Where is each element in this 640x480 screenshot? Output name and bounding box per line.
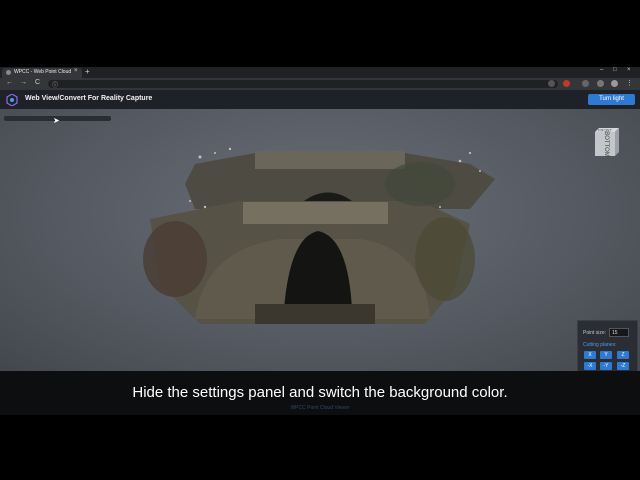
cutting-plane-neg-x-button[interactable]: -X [584,362,596,370]
browser-tab-title: WPCC - Web Point Cloud Conv [14,69,72,75]
new-tab-icon[interactable]: + [85,67,90,76]
app-title: Web View/Convert For Reality Capture [25,95,153,102]
view-cube[interactable]: FRONT BOTTOM [593,126,621,158]
app-logo-icon [6,94,18,106]
cutting-plane-neg-y-button[interactable]: -Y [600,362,612,370]
site-info-icon[interactable]: ⓘ [52,80,58,89]
address-bar[interactable] [48,80,558,88]
video-subtitle: Hide the settings panel and switch the b… [132,384,508,401]
turn-light-button[interactable]: Turn light [588,94,635,105]
reload-icon[interactable]: C [35,79,40,86]
window-close-icon[interactable]: × [627,67,631,73]
sidebar-icon[interactable] [597,80,604,87]
point-cloud-model [143,147,495,324]
mouse-cursor-icon: ➤ [53,116,60,125]
point-cloud-viewport[interactable] [0,109,640,371]
cutting-planes-label: Cutting planes: [583,342,617,348]
back-icon[interactable]: ← [6,79,13,86]
extension-icon[interactable] [548,80,555,87]
point-size-input[interactable]: 15 [609,328,629,337]
screen: WPCC - Web Point Cloud Conv × + – □ × ← … [0,0,640,480]
viewcube-face-label: BOTTOM [603,131,609,157]
profile-avatar[interactable] [611,80,618,87]
point-size-label: Point size: [583,330,607,336]
favicon-icon [6,70,11,75]
cutting-plane-neg-z-button[interactable]: -Z [617,362,629,370]
menu-icon[interactable]: ⋮ [626,79,633,87]
recording-extension-icon[interactable] [563,80,570,87]
browser-tab-bar [0,67,640,78]
tab-close-icon[interactable]: × [74,68,78,74]
cutting-plane-x-button[interactable]: X [584,351,596,359]
minimize-icon[interactable]: – [600,67,603,73]
cutting-plane-z-button[interactable]: Z [617,351,629,359]
footer-link[interactable]: WPCC Point Cloud Viewer [0,405,640,411]
maximize-icon[interactable]: □ [613,67,617,73]
forward-icon[interactable]: → [20,79,27,86]
puzzle-extension-icon[interactable] [582,80,589,87]
cutting-plane-y-button[interactable]: Y [600,351,612,359]
